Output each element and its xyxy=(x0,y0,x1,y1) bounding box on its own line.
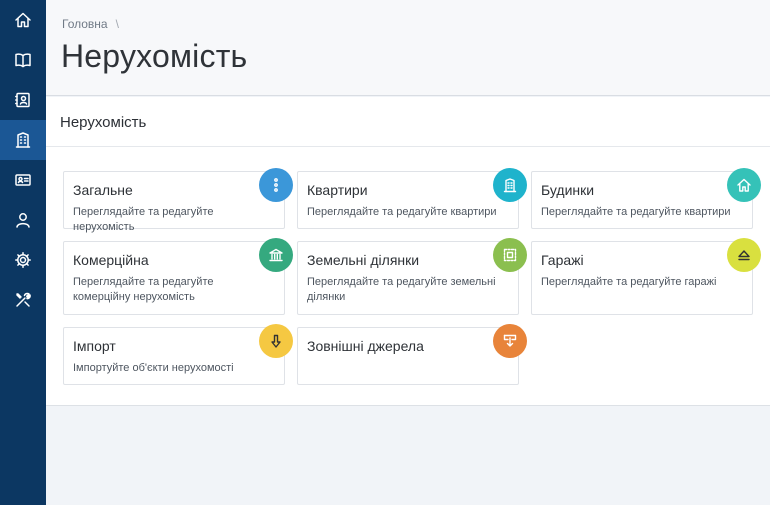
eject-icon xyxy=(738,250,750,261)
card-icon-badge xyxy=(259,238,293,272)
bank-icon xyxy=(269,248,283,262)
card-description: Переглядайте та редагуйте квартири xyxy=(307,206,497,218)
card-description: Переглядайте та редагуйте квартири xyxy=(541,206,731,218)
nav-contacts[interactable] xyxy=(0,80,46,120)
card-description: Переглядайте та редагуйте комерційну нер… xyxy=(73,276,214,303)
card-title: Загальне xyxy=(73,182,133,198)
card-import[interactable]: Імпорт Імпортуйте об'єкти нерухомості xyxy=(63,324,293,385)
real-estate-panel: Нерухомість Загальне Переглядайте та ред… xyxy=(46,97,770,406)
panel-divider xyxy=(46,146,770,147)
sidebar xyxy=(0,0,46,505)
book-icon xyxy=(15,53,31,68)
card-description: Переглядайте та редагуйте нерухомість xyxy=(73,206,214,233)
card-title: Будинки xyxy=(541,182,595,198)
nav-home[interactable] xyxy=(0,0,46,40)
gear-icon xyxy=(15,252,31,268)
nav-tools[interactable] xyxy=(0,280,46,320)
card-title: Комерційна xyxy=(73,252,149,268)
card-title: Земельні ділянки xyxy=(307,252,420,268)
card-description: Імпортуйте об'єкти нерухомості xyxy=(73,362,234,374)
building-icon xyxy=(15,132,31,148)
breadcrumb: Головна \ xyxy=(62,17,119,31)
user-icon xyxy=(16,213,30,228)
card-icon-badge xyxy=(259,168,293,202)
card-title: Квартири xyxy=(307,182,368,198)
page-header: Головна \ Нерухомість xyxy=(46,0,770,96)
breadcrumb-home-link[interactable]: Головна xyxy=(62,17,108,31)
card-apartments[interactable]: Квартири Переглядайте та редагуйте кварт… xyxy=(297,168,527,229)
card-garages[interactable]: Гаражі Переглядайте та редагуйте гаражі xyxy=(531,238,761,315)
building-icon xyxy=(503,178,517,193)
nav-user[interactable] xyxy=(0,200,46,240)
nav-settings[interactable] xyxy=(0,240,46,280)
more-vertical-icon xyxy=(274,178,278,192)
breadcrumb-separator: \ xyxy=(115,17,119,31)
card-description: Переглядайте та редагуйте земельні ділян… xyxy=(307,276,496,303)
card-icon-badge xyxy=(727,238,761,272)
id-card-icon xyxy=(15,174,31,186)
card-icon-badge xyxy=(493,324,527,358)
card-icon-badge xyxy=(493,168,527,202)
external-import-icon xyxy=(503,334,517,347)
panel-title: Нерухомість xyxy=(60,114,147,131)
land-plot-icon xyxy=(503,248,517,262)
card-houses[interactable]: Будинки Переглядайте та редагуйте кварти… xyxy=(531,168,761,229)
card-general[interactable]: Загальне Переглядайте та редагуйте нерух… xyxy=(63,168,293,233)
nav-id-card[interactable] xyxy=(0,160,46,200)
card-icon-badge xyxy=(259,324,293,358)
nav-book[interactable] xyxy=(0,40,46,80)
nav-real-estate[interactable] xyxy=(0,120,46,160)
page-title: Нерухомість xyxy=(61,38,248,74)
card-icon-badge xyxy=(493,238,527,272)
card-commercial[interactable]: Комерційна Переглядайте та редагуйте ком… xyxy=(63,238,293,315)
card-title: Зовнішні джерела xyxy=(307,338,424,354)
house-icon xyxy=(737,178,751,192)
card-external-sources[interactable]: Зовнішні джерела xyxy=(297,324,527,385)
card-icon-badge xyxy=(727,168,761,202)
arrow-down-icon xyxy=(271,334,281,348)
home-icon xyxy=(15,12,31,28)
card-title: Гаражі xyxy=(541,252,584,268)
contact-book-icon xyxy=(15,92,30,108)
tools-icon xyxy=(16,292,31,307)
card-land-plots[interactable]: Земельні ділянки Переглядайте та редагуй… xyxy=(297,238,527,315)
card-description: Переглядайте та редагуйте гаражі xyxy=(541,276,717,288)
card-title: Імпорт xyxy=(73,338,116,354)
